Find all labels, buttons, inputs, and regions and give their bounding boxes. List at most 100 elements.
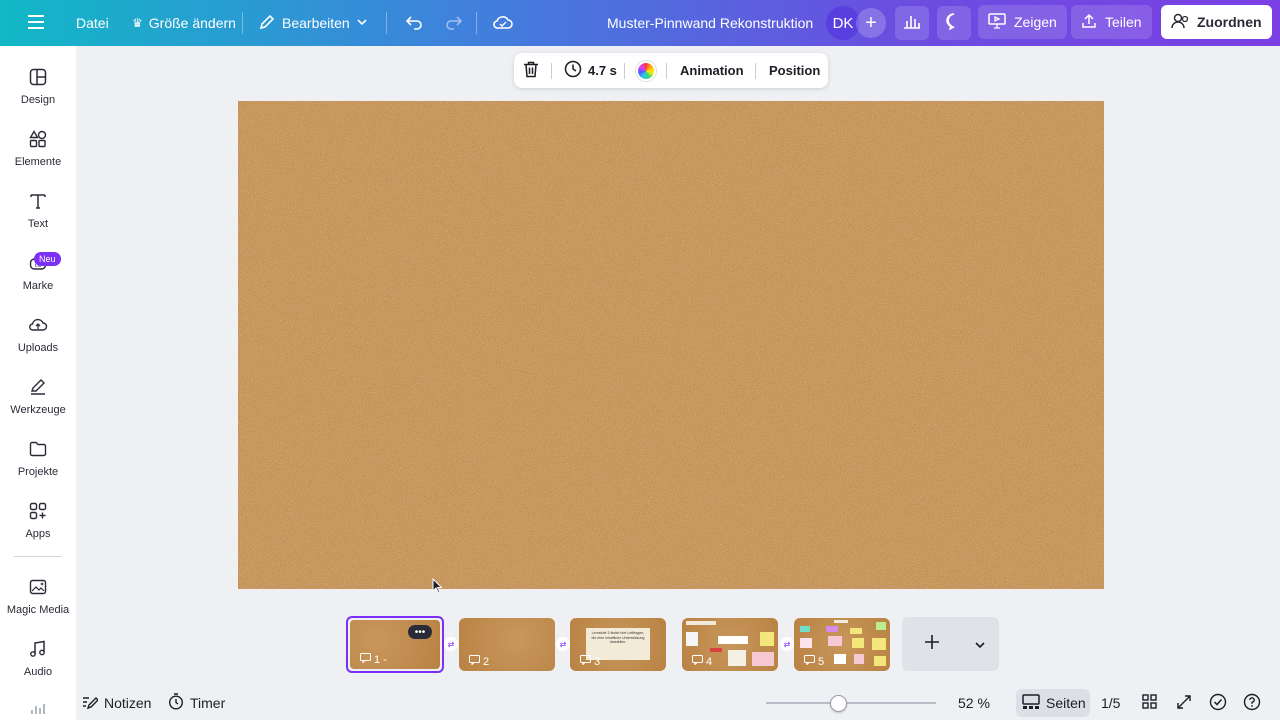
- position-button[interactable]: Position: [769, 53, 820, 88]
- color-button[interactable]: [636, 53, 656, 88]
- page-thumbnail-2[interactable]: 2: [459, 618, 555, 671]
- comment-icon: [804, 655, 815, 668]
- sidebar-more-icon[interactable]: [30, 700, 46, 719]
- page-thumbnail-3[interactable]: Lernstufe 3 findet hier Leitfragen, die …: [570, 618, 666, 671]
- file-menu[interactable]: Datei: [76, 0, 109, 46]
- more-options-icon[interactable]: •••: [408, 625, 432, 639]
- thumbnail-element: [710, 648, 722, 652]
- resize-button[interactable]: ♛ Größe ändern: [132, 0, 236, 46]
- add-collaborator-button[interactable]: +: [856, 8, 886, 38]
- assign-button[interactable]: Zuordnen: [1161, 5, 1272, 39]
- transition-icon[interactable]: ⇄: [556, 637, 570, 651]
- position-label: Position: [769, 63, 821, 78]
- sidebar-item-tools[interactable]: Werkzeuge: [0, 376, 76, 436]
- thumbnail-element: [872, 638, 886, 650]
- cloud-save-button[interactable]: [492, 0, 514, 46]
- zoom-percent-button[interactable]: 52 %: [958, 690, 990, 716]
- pages-label: Seiten: [1046, 695, 1086, 711]
- divider: [755, 63, 756, 79]
- layout-icon: [27, 66, 49, 88]
- menu-button[interactable]: [28, 0, 48, 46]
- page-thumbnail-5[interactable]: 5: [794, 618, 890, 671]
- page-number: 1 -: [360, 653, 387, 666]
- present-label: Zeigen: [1014, 14, 1057, 30]
- add-page-button[interactable]: [924, 634, 940, 655]
- transition-icon[interactable]: ⇄: [444, 637, 458, 651]
- pen-icon: [27, 376, 49, 398]
- thumbnail-element: [686, 621, 716, 625]
- timer-button[interactable]: Timer: [168, 690, 225, 716]
- undo-button[interactable]: [404, 0, 424, 46]
- notes-icon: [82, 694, 99, 713]
- bar-chart-icon: [903, 13, 921, 34]
- zoom-percent: 52 %: [958, 695, 990, 711]
- assign-label: Zuordnen: [1197, 14, 1262, 30]
- pages-view-button[interactable]: Seiten: [1016, 689, 1090, 717]
- thumbnail-element: [850, 628, 862, 634]
- timer-icon: [168, 693, 184, 713]
- design-canvas-cork-board[interactable]: [238, 101, 1104, 589]
- sidebar-item-uploads[interactable]: Uploads: [0, 314, 76, 374]
- sidebar-item-label: Uploads: [17, 342, 59, 354]
- sidebar-item-text[interactable]: Text: [0, 190, 76, 250]
- redo-icon: [444, 13, 464, 34]
- share-label: Teilen: [1105, 14, 1142, 30]
- file-label: Datei: [76, 15, 109, 31]
- sidebar-item-elements[interactable]: Elemente: [0, 128, 76, 188]
- document-title-text: Muster-Pinnwand Rekonstruktion: [607, 15, 814, 31]
- sidebar-item-audio[interactable]: Audio: [0, 638, 76, 698]
- sidebar-item-label: Marke: [22, 280, 54, 292]
- element-toolbar: 4.7 s Animation Position: [514, 53, 828, 88]
- trash-icon: [523, 61, 539, 81]
- grid-view-button[interactable]: [1142, 690, 1157, 716]
- fullscreen-button[interactable]: [1176, 690, 1192, 716]
- document-title[interactable]: Muster-Pinnwand Rekonstruktion: [607, 0, 813, 46]
- thumbnail-element: [686, 632, 698, 646]
- thumbnail-element: [876, 622, 886, 630]
- thumbnail-element: [760, 632, 774, 646]
- chevron-down-icon: [356, 15, 368, 31]
- insights-button[interactable]: [895, 6, 929, 40]
- sidebar-item-brand[interactable]: co Marke Neu: [0, 252, 76, 312]
- zoom-slider-track[interactable]: [766, 702, 936, 704]
- sidebar-item-design[interactable]: Design: [0, 66, 76, 126]
- help-button[interactable]: [1243, 690, 1261, 716]
- plus-icon: +: [865, 11, 877, 34]
- sidebar-item-label: Design: [20, 94, 56, 106]
- mouse-cursor-icon: [432, 578, 443, 594]
- page-thumbnail-4[interactable]: 4: [682, 618, 778, 671]
- thumbnail-element: [874, 656, 886, 666]
- sidebar-item-magic-media[interactable]: Magic Media: [0, 576, 76, 636]
- notes-label: Notizen: [104, 695, 152, 711]
- redo-button[interactable]: [444, 0, 464, 46]
- duration-value: 4.7 s: [588, 63, 617, 78]
- clock-icon: [564, 60, 582, 81]
- zoom-slider-handle[interactable]: [830, 695, 847, 712]
- share-button[interactable]: Teilen: [1071, 5, 1152, 39]
- comment-icon: [360, 653, 371, 666]
- edit-button[interactable]: Bearbeiten: [258, 0, 368, 46]
- check-button[interactable]: [1209, 690, 1227, 716]
- sidebar-item-label: Magic Media: [6, 604, 70, 616]
- timer-label: Timer: [190, 695, 226, 711]
- page-number: 2: [469, 655, 489, 668]
- comments-button[interactable]: [937, 6, 971, 40]
- present-button[interactable]: Zeigen: [978, 5, 1067, 39]
- sidebar-divider: [14, 556, 62, 557]
- delete-button[interactable]: [523, 53, 539, 88]
- transition-icon[interactable]: ⇄: [780, 637, 794, 651]
- music-icon: [27, 638, 49, 660]
- thumbnail-element: [728, 650, 746, 666]
- edit-label: Bearbeiten: [282, 15, 350, 31]
- thumbnail-element: [854, 654, 864, 664]
- avatar[interactable]: DK: [826, 6, 860, 40]
- page-options-button[interactable]: [974, 637, 986, 655]
- duration-button[interactable]: 4.7 s: [564, 53, 617, 88]
- sidebar-item-projects[interactable]: Projekte: [0, 438, 76, 498]
- check-circle-icon: [1209, 693, 1227, 714]
- new-badge: Neu: [34, 252, 61, 266]
- sidebar-item-apps[interactable]: Apps: [0, 500, 76, 560]
- notes-button[interactable]: Notizen: [82, 690, 151, 716]
- animation-button[interactable]: Animation: [680, 53, 744, 88]
- page-thumbnail-1[interactable]: ••• 1 -: [346, 616, 444, 673]
